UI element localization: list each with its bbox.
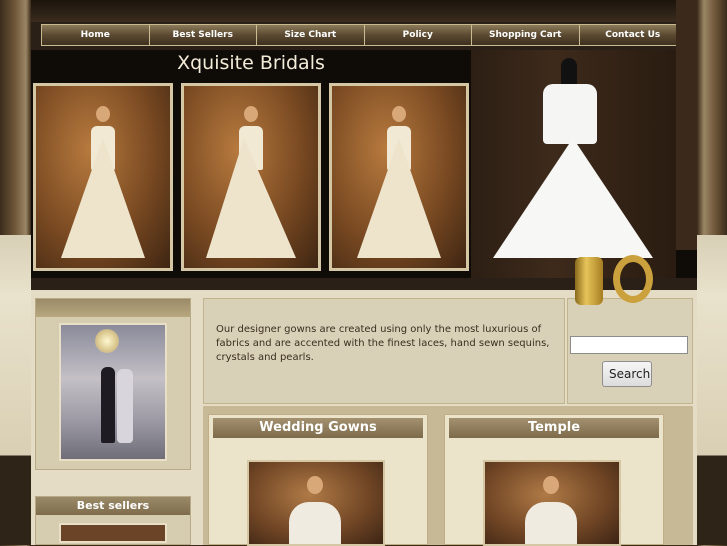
nav-policy[interactable]: Policy xyxy=(365,25,472,45)
page-wrapper: Home Best Sellers Size Chart Policy Shop… xyxy=(31,0,697,546)
search-button[interactable]: Search xyxy=(602,361,652,387)
mannequin-icon xyxy=(561,58,577,86)
category-gallery: Wedding Gowns Temple xyxy=(203,406,693,546)
search-input[interactable] xyxy=(570,336,688,354)
bride-photo-1 xyxy=(33,83,173,271)
nav-contact-us[interactable]: Contact Us xyxy=(580,25,687,45)
ring-icon xyxy=(575,257,603,305)
hero-banner: Xquisite Bridals xyxy=(31,50,697,278)
intro-box: Our designer gowns are created using onl… xyxy=(203,298,565,404)
content-area: Best sellers Our designer gowns are crea… xyxy=(31,290,697,546)
intro-text: Our designer gowns are created using onl… xyxy=(216,324,550,363)
nav-size-chart[interactable]: Size Chart xyxy=(257,25,365,45)
wedding-gowns-heading[interactable]: Wedding Gowns xyxy=(213,418,423,438)
best-seller-thumbnail[interactable] xyxy=(59,523,167,543)
search-box: Search xyxy=(567,298,693,404)
nav-home[interactable]: Home xyxy=(42,25,150,45)
couple-painting-image xyxy=(59,323,167,461)
bride-photo-3 xyxy=(329,83,469,271)
ring-icon xyxy=(613,255,653,303)
best-sellers-heading[interactable]: Best sellers xyxy=(36,497,190,515)
main-nav: Home Best Sellers Size Chart Policy Shop… xyxy=(41,24,687,46)
bride-photo-2 xyxy=(181,83,321,271)
nav-best-sellers[interactable]: Best Sellers xyxy=(150,25,257,45)
wedding-rings-image xyxy=(575,255,665,310)
top-strip xyxy=(31,0,697,22)
nav-shopping-cart[interactable]: Shopping Cart xyxy=(472,25,580,45)
temple-heading[interactable]: Temple xyxy=(449,418,659,438)
left-decor-panel xyxy=(0,235,31,545)
category-wedding-gowns[interactable]: Wedding Gowns xyxy=(208,414,428,546)
best-sellers-box: Best sellers xyxy=(35,496,191,545)
right-dark-bar xyxy=(676,0,697,250)
wedding-gowns-image[interactable] xyxy=(247,460,385,546)
featured-gown-image xyxy=(471,50,676,278)
temple-image[interactable] xyxy=(483,460,621,546)
category-temple[interactable]: Temple xyxy=(444,414,664,546)
site-title: Xquisite Bridals xyxy=(177,52,325,74)
art-box xyxy=(35,298,191,470)
right-decor-panel xyxy=(697,235,727,545)
